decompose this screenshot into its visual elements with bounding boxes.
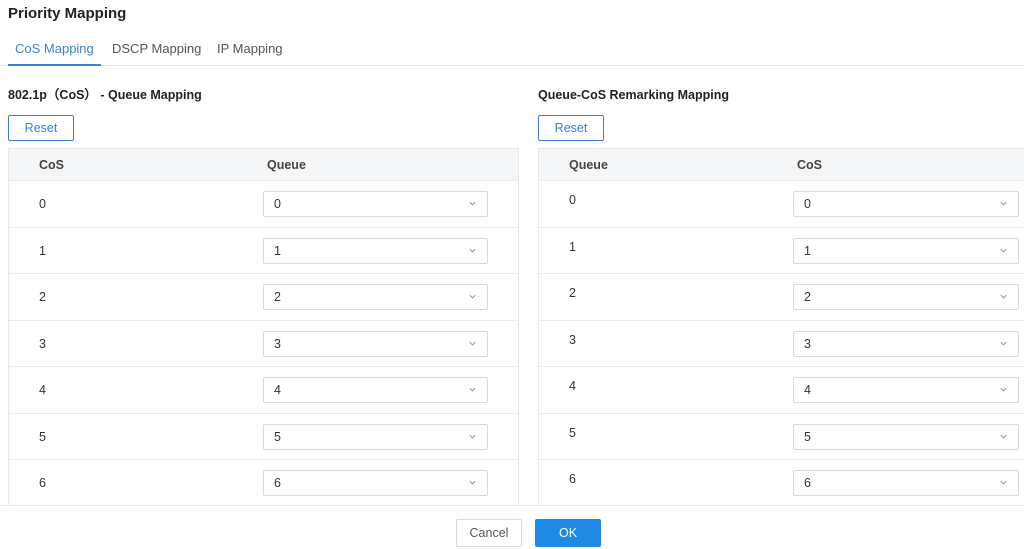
table-header: CoS Queue — [9, 149, 518, 181]
cancel-button[interactable]: Cancel — [456, 519, 522, 547]
cos-queue-mapping-section: 802.1p（CoS） - Queue Mapping Reset CoS Qu… — [8, 86, 519, 508]
queue-value: 0 — [569, 193, 576, 207]
section-title: Queue-CoS Remarking Mapping — [538, 88, 729, 102]
table-row: 5 5 — [539, 414, 1024, 460]
table-row: 3 3 — [539, 321, 1024, 367]
queue-value: 4 — [569, 379, 576, 393]
table-row: 6 6 — [9, 460, 518, 507]
chevron-down-icon — [469, 341, 476, 346]
queue-select[interactable]: 3 — [263, 330, 488, 357]
cos-select[interactable]: 4 — [793, 377, 1019, 403]
select-value: 2 — [274, 290, 281, 304]
cos-value: 5 — [39, 429, 46, 444]
table-row: 0 0 — [539, 181, 1024, 228]
column-header-queue: Queue — [267, 158, 306, 172]
reset-button[interactable]: Reset — [8, 115, 74, 141]
table-header: Queue CoS — [539, 149, 1024, 181]
chevron-down-icon — [1000, 341, 1007, 346]
tab-ip-mapping[interactable]: IP Mapping — [217, 41, 283, 66]
chevron-down-icon — [469, 294, 476, 299]
tab-dscp-mapping[interactable]: DSCP Mapping — [112, 41, 201, 66]
cos-select[interactable]: 1 — [793, 237, 1019, 264]
select-value: 5 — [804, 429, 811, 444]
cos-select[interactable]: 0 — [793, 191, 1019, 217]
table-row: 2 2 — [539, 274, 1024, 321]
queue-select[interactable]: 4 — [263, 377, 488, 403]
select-value: 4 — [274, 383, 281, 397]
queue-cos-remarking-section: Queue-CoS Remarking Mapping Reset Queue … — [538, 86, 1024, 508]
select-value: 5 — [274, 429, 281, 444]
cos-value: 6 — [39, 476, 46, 490]
select-value: 6 — [274, 476, 281, 490]
cos-value: 1 — [39, 243, 46, 258]
queue-select[interactable]: 2 — [263, 284, 488, 310]
page-title: Priority Mapping — [8, 5, 127, 22]
column-header-cos: CoS — [39, 158, 64, 172]
ok-button[interactable]: OK — [535, 519, 601, 547]
queue-select[interactable]: 5 — [263, 423, 488, 450]
queue-value: 5 — [569, 425, 576, 440]
cos-select[interactable]: 6 — [793, 470, 1019, 496]
table-body: 0 0 1 1 2 2 3 3 4 4 5 5 6 6 — [539, 181, 1024, 507]
cos-queue-table: CoS Queue 0 0 1 1 2 2 3 3 4 4 5 5 6 6 — [8, 148, 519, 508]
queue-value: 3 — [569, 332, 576, 347]
chevron-down-icon — [1000, 294, 1007, 299]
table-row: 4 4 — [9, 367, 518, 414]
table-row: 4 4 — [539, 367, 1024, 414]
select-value: 4 — [804, 383, 811, 397]
table-row: 3 3 — [9, 321, 518, 367]
cos-value: 3 — [39, 336, 46, 351]
column-header-cos: CoS — [797, 158, 822, 172]
cos-value: 4 — [39, 383, 46, 397]
cos-select[interactable]: 2 — [793, 284, 1019, 310]
chevron-down-icon — [1000, 201, 1007, 206]
cos-value: 2 — [39, 290, 46, 304]
queue-select[interactable]: 6 — [263, 470, 488, 496]
chevron-down-icon — [1000, 387, 1007, 392]
dialog-footer: Cancel OK — [0, 505, 1024, 549]
queue-cos-table: Queue CoS 0 0 1 1 2 2 3 3 4 4 5 5 6 6 — [538, 148, 1024, 508]
chevron-down-icon — [469, 201, 476, 206]
chevron-down-icon — [469, 248, 476, 253]
cos-select[interactable]: 3 — [793, 330, 1019, 357]
column-header-queue: Queue — [569, 158, 608, 172]
chevron-down-icon — [469, 387, 476, 392]
select-value: 2 — [804, 290, 811, 304]
chevron-down-icon — [1000, 480, 1007, 485]
chevron-down-icon — [469, 480, 476, 485]
table-row: 1 1 — [539, 228, 1024, 274]
cos-value: 0 — [39, 197, 46, 211]
queue-select[interactable]: 1 — [263, 237, 488, 264]
queue-value: 6 — [569, 472, 576, 486]
table-row: 0 0 — [9, 181, 518, 228]
select-value: 6 — [804, 476, 811, 490]
section-title: 802.1p（CoS） - Queue Mapping — [8, 88, 202, 102]
chevron-down-icon — [1000, 434, 1007, 439]
select-value: 3 — [274, 336, 281, 351]
select-value: 1 — [274, 243, 281, 258]
chevron-down-icon — [469, 434, 476, 439]
reset-button[interactable]: Reset — [538, 115, 604, 141]
queue-select[interactable]: 0 — [263, 191, 488, 217]
table-row: 5 5 — [9, 414, 518, 460]
select-value: 1 — [804, 243, 811, 258]
chevron-down-icon — [1000, 248, 1007, 253]
queue-value: 2 — [569, 286, 576, 300]
tab-bar: CoS Mapping DSCP Mapping IP Mapping — [0, 36, 1024, 66]
select-value: 3 — [804, 336, 811, 351]
queue-value: 1 — [569, 239, 576, 254]
select-value: 0 — [804, 197, 811, 211]
cos-select[interactable]: 5 — [793, 423, 1019, 450]
table-row: 6 6 — [539, 460, 1024, 507]
table-row: 1 1 — [9, 228, 518, 274]
table-body: 0 0 1 1 2 2 3 3 4 4 5 5 6 6 — [9, 181, 518, 507]
table-row: 2 2 — [9, 274, 518, 321]
tab-cos-mapping[interactable]: CoS Mapping — [8, 41, 101, 66]
select-value: 0 — [274, 197, 281, 211]
